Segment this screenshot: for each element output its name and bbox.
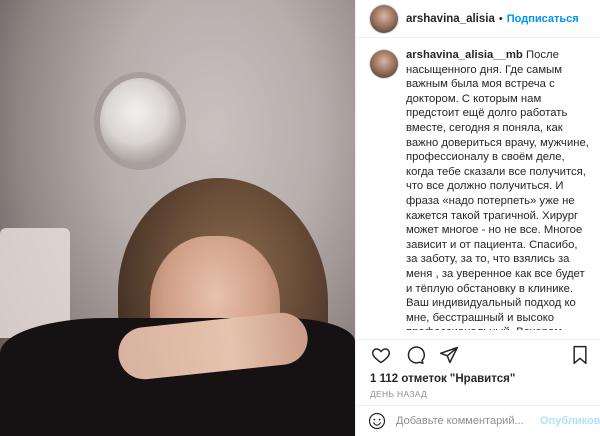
caption-body: После насыщенного дня. Где самым важным … xyxy=(406,49,589,330)
action-bar xyxy=(356,339,600,369)
caption-avatar[interactable] xyxy=(370,50,398,78)
comment-bar: Опубликовать xyxy=(356,405,600,436)
follow-button[interactable]: Подписаться xyxy=(507,13,579,25)
post-viewer: arshavina_alisia • Подписаться arshavina… xyxy=(0,0,600,436)
post-timestamp: ДЕНЬ НАЗАД xyxy=(370,389,428,399)
heart-icon[interactable] xyxy=(370,344,392,366)
likes-count[interactable]: 1 112 отметок "Нравится" xyxy=(370,373,515,385)
emoji-icon[interactable] xyxy=(368,412,386,430)
author-avatar[interactable] xyxy=(370,4,398,33)
caption: arshavina_alisia__mb После насыщенного д… xyxy=(356,38,600,330)
comment-input[interactable] xyxy=(394,414,540,428)
bookmark-icon[interactable] xyxy=(569,344,591,366)
post-sidebar: arshavina_alisia • Подписаться arshavina… xyxy=(355,0,600,436)
publish-button[interactable]: Опубликовать xyxy=(540,415,600,427)
caption-author[interactable]: arshavina_alisia__mb xyxy=(406,49,523,61)
post-header: arshavina_alisia • Подписаться xyxy=(356,0,600,38)
share-icon[interactable] xyxy=(438,344,460,366)
header-separator: • xyxy=(498,12,503,25)
photo-mirror xyxy=(100,78,180,164)
comment-icon[interactable] xyxy=(404,344,426,366)
caption-text-block: arshavina_alisia__mb После насыщенного д… xyxy=(406,48,592,330)
post-photo[interactable] xyxy=(0,0,355,436)
author-username[interactable]: arshavina_alisia xyxy=(406,13,495,25)
